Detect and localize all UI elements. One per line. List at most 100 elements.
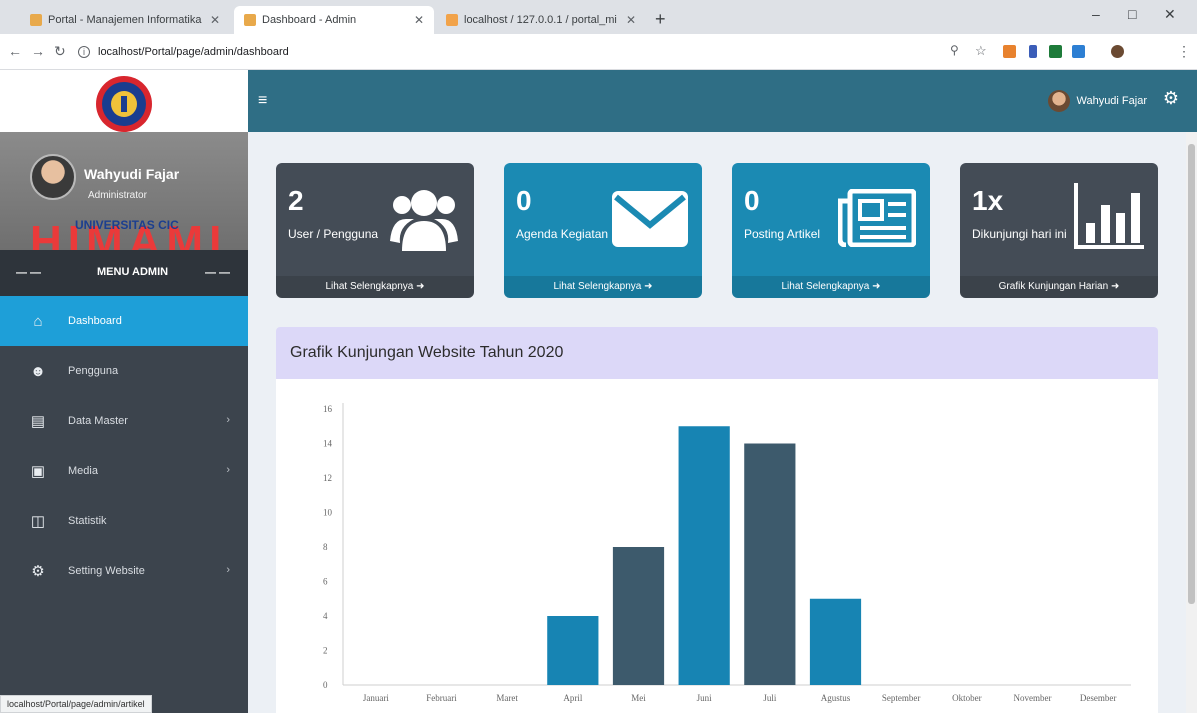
visits-chart-card: Grafik Kunjungan Website Tahun 2020 0 2 4 6… bbox=[276, 327, 1158, 713]
sidebar-item-pengguna[interactable]: ☻ Pengguna bbox=[0, 346, 248, 396]
arrow-right-icon: ➜ bbox=[872, 281, 881, 292]
stat-box-agenda: 0 Agenda Kegiatan Lihat Selengkapnya ➜ bbox=[504, 163, 702, 298]
arrow-right-icon: ➜ bbox=[1110, 281, 1120, 292]
user-add-icon: ☻ bbox=[30, 362, 46, 380]
chart-bar bbox=[809, 598, 862, 685]
y-tick-label: 4 bbox=[323, 611, 328, 621]
scrollbar-thumb[interactable] bbox=[1188, 144, 1195, 604]
close-tab-icon[interactable]: ✕ bbox=[210, 13, 220, 27]
y-tick-label: 14 bbox=[323, 439, 333, 449]
forward-icon[interactable]: → bbox=[31, 43, 45, 59]
browser-status-bar: localhost/Portal/page/admin/artikel bbox=[0, 695, 152, 713]
stat-more-label: Lihat Selengkapnya bbox=[325, 281, 414, 292]
close-window-icon[interactable]: ✕ bbox=[1164, 6, 1176, 23]
url-field[interactable]: i localhost/Portal/page/admin/dashboard bbox=[78, 40, 958, 64]
stat-label: Agenda Kegiatan bbox=[516, 227, 609, 241]
profile-avatar-icon[interactable] bbox=[1111, 45, 1124, 58]
sidebar-item-label: Data Master bbox=[68, 415, 128, 427]
stat-value: 2 bbox=[288, 185, 304, 216]
sidebar-item-statistik[interactable]: ◫ Statistik bbox=[0, 496, 248, 546]
sidebar-toggle-button[interactable]: ≡ bbox=[258, 92, 267, 110]
stat-more-link[interactable]: Lihat Selengkapnya ➜ bbox=[732, 276, 930, 298]
top-navbar: ≡ Wahyudi Fajar ⚙ bbox=[248, 70, 1197, 132]
sidebar-item-setting-website[interactable]: ⚙ Setting Website › bbox=[0, 546, 248, 596]
stat-value: 0 bbox=[516, 185, 532, 216]
sidebar-item-media[interactable]: ▣ Media › bbox=[0, 446, 248, 496]
y-tick-label: 0 bbox=[323, 680, 328, 690]
newspaper-icon bbox=[838, 189, 916, 247]
x-tick-label: Agustus bbox=[821, 693, 851, 703]
menu-title: MENU ADMIN bbox=[97, 266, 169, 278]
sidebar-item-label: Statistik bbox=[68, 515, 107, 527]
status-url: localhost/Portal/page/admin/artikel bbox=[7, 699, 145, 709]
divider: — — bbox=[16, 267, 42, 279]
stat-more-link[interactable]: Lihat Selengkapnya ➜ bbox=[276, 276, 474, 298]
profile-name: Wahyudi Fajar bbox=[84, 166, 180, 182]
user-name: Wahyudi Fajar bbox=[1076, 95, 1147, 107]
ethereum-extension-icon[interactable] bbox=[1029, 45, 1037, 58]
visits-bar-chart: 0 2 4 6 8 10 12 14 16 Januari Februari Maret April Me… bbox=[323, 403, 1131, 703]
tab-title: localhost / 127.0.0.1 / portal_mi bbox=[464, 14, 617, 26]
favicon-icon bbox=[244, 14, 256, 26]
maximize-icon[interactable]: □ bbox=[1128, 6, 1136, 22]
sidebar-item-label: Dashboard bbox=[68, 315, 122, 327]
close-tab-icon[interactable]: ✕ bbox=[414, 13, 424, 27]
stat-more-label: Grafik Kunjungan Harian bbox=[998, 281, 1109, 292]
x-tick-label: April bbox=[563, 693, 582, 703]
browser-tab-portal[interactable]: Portal - Manajemen Informatika ✕ bbox=[20, 6, 230, 34]
browser-menu-icon[interactable]: ⋮ bbox=[1177, 43, 1191, 60]
url-text: localhost/Portal/page/admin/dashboard bbox=[98, 46, 289, 58]
avatar bbox=[30, 154, 76, 200]
y-tick-label: 16 bbox=[323, 404, 333, 414]
browser-tab-phpmyadmin[interactable]: localhost / 127.0.0.1 / portal_mi ✕ bbox=[436, 6, 646, 34]
stat-label: Posting Artikel bbox=[744, 227, 821, 241]
stat-box-artikel: 0 Posting Artikel Lihat Selengkapnya ➜ bbox=[732, 163, 930, 298]
tab-title: Dashboard - Admin bbox=[262, 14, 357, 26]
x-tick-label: Desember bbox=[1080, 693, 1116, 703]
browser-tab-dashboard[interactable]: Dashboard - Admin ✕ bbox=[234, 6, 434, 34]
stat-box-users: 2 User / Pengguna Lihat Selengkapnya ➜ bbox=[276, 163, 474, 298]
chart-bar bbox=[547, 616, 599, 685]
tab-title: Portal - Manajemen Informatika bbox=[48, 14, 202, 26]
zoom-icon[interactable]: ⚲ bbox=[950, 43, 959, 57]
stat-more-label: Lihat Selengkapnya bbox=[553, 281, 642, 292]
stat-box-kunjungan: 1x Dikunjungi hari ini Grafik Kunjungan … bbox=[960, 163, 1158, 298]
x-tick-label: September bbox=[882, 693, 921, 703]
minimize-icon[interactable]: – bbox=[1092, 6, 1100, 22]
user-panel: HIMAMI UNIVERSITAS CIC Wahyudi Fajar Adm… bbox=[0, 132, 248, 250]
stat-label: User / Pengguna bbox=[288, 227, 379, 241]
metamask-extension-icon[interactable] bbox=[1003, 45, 1016, 58]
info-icon[interactable]: i bbox=[78, 46, 90, 58]
home-icon: ⌂ bbox=[33, 312, 43, 330]
brand-logo-area[interactable] bbox=[0, 70, 248, 132]
vpn-extension-icon[interactable] bbox=[1072, 45, 1085, 58]
image-icon: ▣ bbox=[30, 463, 46, 480]
y-tick-label: 10 bbox=[323, 508, 333, 518]
excel-extension-icon[interactable] bbox=[1049, 45, 1062, 58]
user-menu[interactable]: Wahyudi Fajar bbox=[1048, 90, 1147, 112]
arrow-right-icon: ➜ bbox=[416, 281, 425, 292]
envelope-icon bbox=[612, 191, 688, 247]
x-tick-label: Juli bbox=[763, 693, 777, 703]
stat-more-link[interactable]: Lihat Selengkapnya ➜ bbox=[504, 276, 702, 298]
stat-label: Dikunjungi hari ini bbox=[972, 227, 1067, 241]
gear-icon[interactable]: ⚙ bbox=[1163, 88, 1179, 109]
stat-more-link[interactable]: Grafik Kunjungan Harian ➜ bbox=[960, 276, 1158, 298]
back-icon[interactable]: ← bbox=[8, 43, 22, 59]
y-tick-label: 8 bbox=[323, 542, 328, 552]
new-tab-button[interactable]: + bbox=[655, 9, 666, 30]
chart-title: Grafik Kunjungan Website Tahun 2020 bbox=[276, 327, 1158, 379]
sidebar-item-data-master[interactable]: ▤ Data Master › bbox=[0, 396, 248, 446]
close-tab-icon[interactable]: ✕ bbox=[626, 13, 636, 27]
cogs-icon: ⚙ bbox=[31, 563, 45, 580]
browser-tab-bar: Portal - Manajemen Informatika ✕ Dashboa… bbox=[0, 0, 1197, 34]
x-tick-label: Januari bbox=[363, 693, 389, 703]
sidebar-item-dashboard[interactable]: ⌂ Dashboard bbox=[0, 296, 248, 346]
sidebar-item-label: Media bbox=[68, 465, 98, 477]
avatar bbox=[1048, 90, 1071, 112]
reload-icon[interactable]: ↻ bbox=[54, 43, 66, 60]
chart-bar bbox=[678, 426, 730, 685]
bookmark-star-icon[interactable]: ☆ bbox=[975, 43, 987, 59]
x-tick-label: Mei bbox=[631, 693, 646, 703]
stat-more-label: Lihat Selengkapnya bbox=[781, 281, 870, 292]
